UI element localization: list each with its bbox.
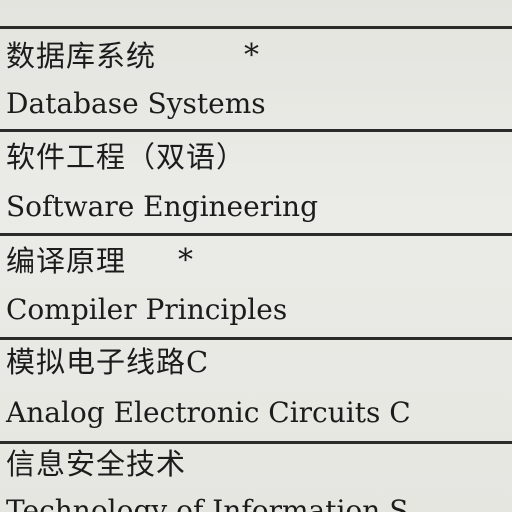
course-name-en: Analog Electronic Circuits C [6,396,411,429]
course-table: 数据库系统 * Database Systems 软件工程（双语） Softwa… [0,0,512,512]
course-name-en: Technology of Information S [6,494,409,512]
table-row: 数据库系统 * Database Systems [0,29,512,129]
table-row: 模拟电子线路C Analog Electronic Circuits C [0,340,512,441]
course-name-en: Database Systems [6,87,266,120]
table-row: 信息安全技术 Technology of Information S [0,444,512,512]
course-name-cn: 数据库系统 [6,39,157,73]
table-row: 软件工程（双语） Software Engineering [0,132,512,233]
required-mark: * [244,38,259,73]
table-row: 编译原理 * Compiler Principles [0,236,512,337]
course-name-en: Software Engineering [6,190,318,223]
course-name-cn: 软件工程（双语） [6,140,247,174]
course-name-cn: 模拟电子线路C [6,345,210,379]
required-mark: * [178,243,193,278]
course-name-cn: 信息安全技术 [6,447,187,481]
course-name-en: Compiler Principles [6,293,288,326]
course-name-cn: 编译原理 [6,244,127,278]
